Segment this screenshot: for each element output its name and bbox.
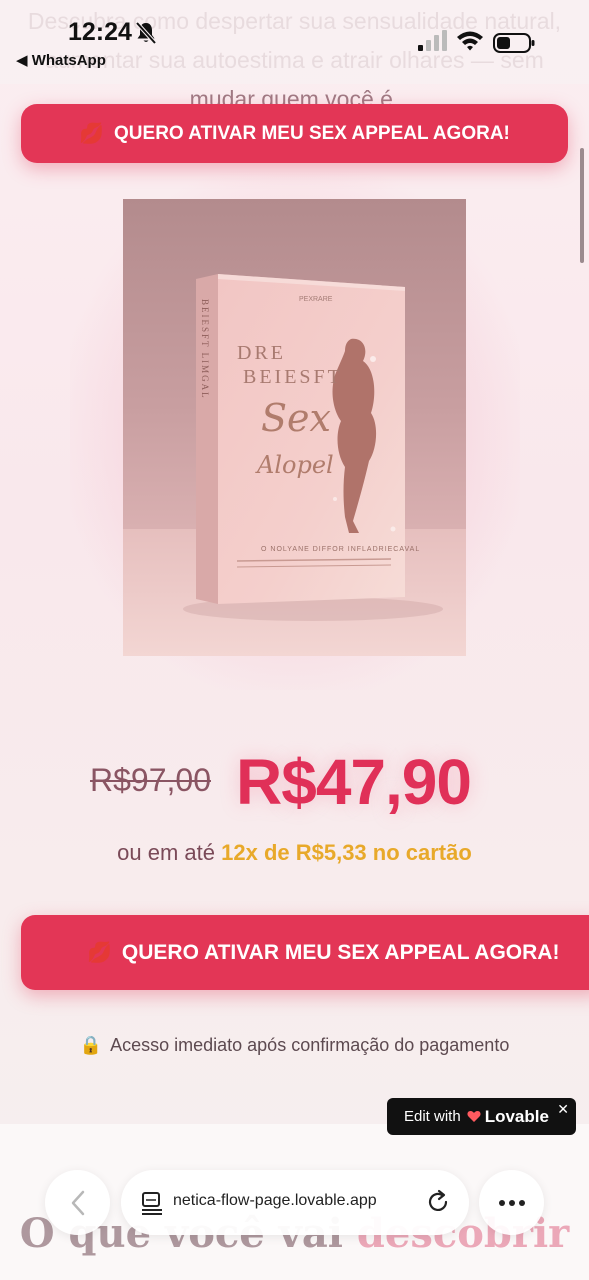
back-to-app-link[interactable]: ◀ WhatsApp [16,51,106,69]
lips-icon: 💋 [79,123,105,145]
wifi-icon [457,31,483,51]
reload-icon[interactable] [425,1189,451,1215]
lock-icon: 🔒 [79,1035,103,1055]
close-icon[interactable]: ✕ [557,1101,569,1118]
scrollbar-thumb[interactable] [580,148,584,263]
product-image: PEXRARE DRE BEIESFT Sex Alopel O NOLYANE… [123,199,466,656]
signal-icon [418,30,447,51]
url-text: netica-flow-page.lovable.app [173,1192,377,1209]
lips-icon: 💋 [87,942,112,964]
edit-with-lovable-badge[interactable]: Edit with Lovable ✕ [387,1098,576,1135]
browser-url-bar[interactable]: netica-flow-page.lovable.app [121,1170,469,1235]
chevron-left-icon [71,1190,84,1215]
cover-title-line2: BEIESFT [243,366,343,388]
status-time: 12:24 [68,18,132,46]
cover-spine-text: BEIESFT LIMGAL [200,299,210,400]
installments-prefix: ou em até [117,840,222,865]
more-dots-icon [498,1199,525,1206]
cover-script-2: Alopel [255,451,334,479]
access-note-text: Acesso imediato após confirmação do paga… [110,1035,510,1055]
access-note: 🔒 Acesso imediato após confirmação do pag… [0,1035,589,1056]
new-price: R$47,90 [236,746,472,818]
battery-icon [493,33,535,53]
old-price: R$97,00 [90,762,211,798]
page-menu-icon [142,1192,162,1215]
book-cover-illustration: PEXRARE DRE BEIESFT Sex Alopel O NOLYANE… [123,274,466,656]
browser-back-button[interactable] [45,1170,110,1235]
cover-subtitle: O NOLYANE DIFFOR INFLADRIECAVAL [261,546,420,553]
cover-script-sex: Sex [261,396,331,440]
lovable-prefix: Edit with [404,1108,461,1125]
lovable-heart-icon [467,1111,481,1122]
cta-label: QUERO ATIVAR MEU SEX APPEAL AGORA! [114,122,510,144]
cta-button-bottom[interactable]: 💋 QUERO ATIVAR MEU SEX APPEAL AGORA! [21,915,589,990]
cover-title-line1: DRE [237,342,286,364]
status-bar: 12:24 ◀ WhatsApp [0,0,589,84]
cta-label: QUERO ATIVAR MEU SEX APPEAL AGORA! [121,940,560,964]
bell-muted-icon [135,21,157,45]
cover-top-text: PEXRARE [299,296,333,303]
browser-more-button[interactable] [479,1170,544,1235]
lovable-brand: Lovable [484,1106,549,1126]
installments-highlight: 12x de R$5,33 no cartão [221,840,472,865]
installments-text: ou em até 12x de R$5,33 no cartão [0,840,589,866]
cta-button-top[interactable]: 💋 QUERO ATIVAR MEU SEX APPEAL AGORA! [21,104,568,163]
